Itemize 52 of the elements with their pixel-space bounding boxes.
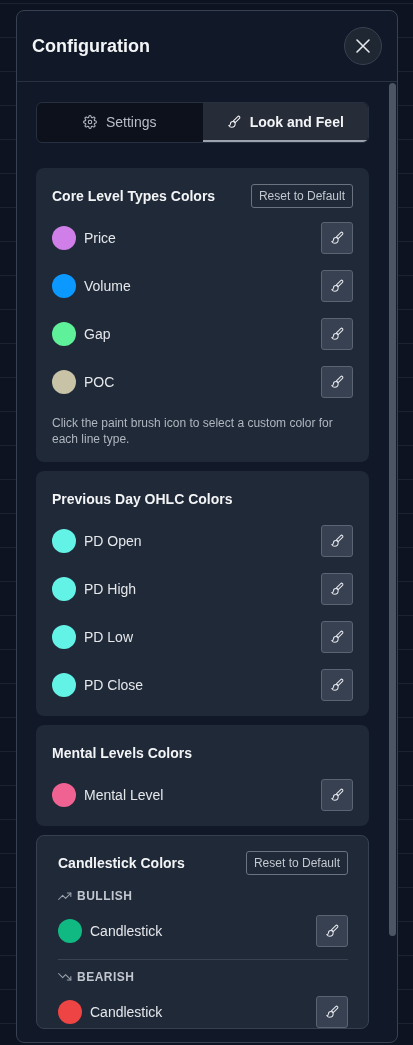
tab[interactable]: Look and Feel	[202, 103, 368, 142]
paint-brush-icon	[330, 534, 344, 548]
scrollbar-thumb[interactable]	[389, 83, 396, 936]
section-title: Core Level Types Colors	[52, 188, 216, 204]
color-picker-button[interactable]	[316, 915, 348, 947]
hint-text: Click the paint brush icon to select a custom color for each line type.	[52, 415, 334, 447]
color-picker-button[interactable]	[321, 525, 353, 557]
color-picker-button[interactable]	[321, 270, 353, 302]
trending-up-icon	[58, 891, 72, 901]
color-label: Mental Level	[84, 787, 165, 803]
section-title: Mental Levels Colors	[52, 745, 193, 761]
color-label: Price	[84, 230, 117, 246]
color-label: PD Close	[84, 677, 145, 693]
color-picker-button[interactable]	[321, 621, 353, 653]
reset-button[interactable]: Reset to Default	[245, 851, 348, 875]
section-title: Candlestick Colors	[58, 855, 185, 871]
color-label: Candlestick	[90, 1004, 164, 1020]
color-label: PD Open	[84, 533, 143, 549]
color-picker-button[interactable]	[321, 573, 353, 605]
paint-brush-icon	[330, 788, 344, 802]
color-picker-button[interactable]	[321, 779, 353, 811]
color-picker-button[interactable]	[321, 222, 353, 254]
color-picker-button[interactable]	[321, 366, 353, 398]
paint-brush-icon	[330, 582, 344, 596]
paint-brush-icon	[330, 630, 344, 644]
group-heading: BEARISH	[77, 970, 135, 984]
paint-brush-icon	[325, 1005, 339, 1019]
paint-brush-icon	[325, 924, 339, 938]
color-label: PD Low	[84, 629, 135, 645]
tab[interactable]: Settings	[37, 103, 203, 142]
section-title: Previous Day OHLC Colors	[52, 491, 233, 507]
color-label: PD High	[84, 581, 138, 597]
paint-brush-icon	[330, 678, 344, 692]
group-heading: BULLISH	[77, 889, 133, 903]
trending-down-icon	[58, 972, 72, 982]
paint-brush-icon	[226, 114, 241, 129]
dialog-title: Configuration	[32, 35, 150, 57]
color-label: POC	[84, 374, 116, 390]
paint-brush-icon	[330, 375, 344, 389]
settings-icon	[82, 114, 97, 129]
close-icon	[355, 38, 371, 54]
paint-brush-icon	[330, 327, 344, 341]
color-label: Candlestick	[90, 923, 164, 939]
close-button[interactable]	[344, 27, 382, 65]
paint-brush-icon	[330, 279, 344, 293]
paint-brush-icon	[330, 231, 344, 245]
color-label: Volume	[84, 278, 132, 294]
color-label: Gap	[84, 326, 112, 342]
color-picker-button[interactable]	[321, 318, 353, 350]
reset-button[interactable]: Reset to Default	[250, 184, 353, 208]
color-picker-button[interactable]	[321, 669, 353, 701]
color-picker-button[interactable]	[316, 996, 348, 1028]
